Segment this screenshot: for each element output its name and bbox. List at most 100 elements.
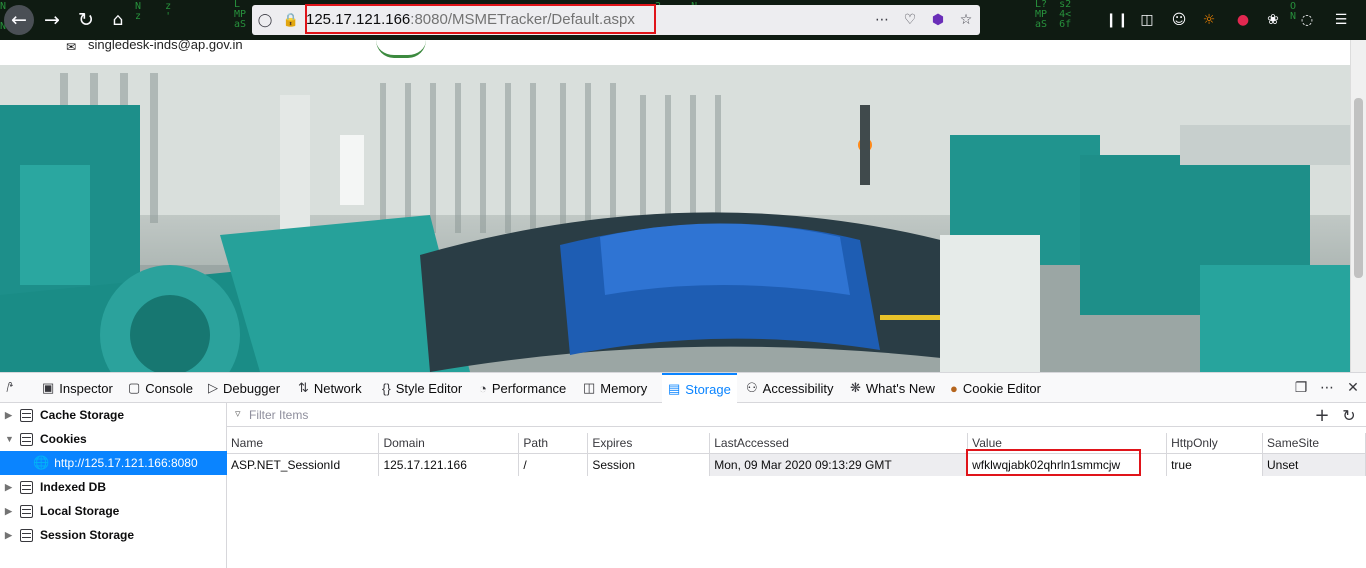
cell-samesite[interactable]: Unset: [1262, 453, 1366, 476]
element-picker-icon: ⭚: [6, 380, 14, 395]
cookie-icon: ●: [950, 380, 958, 396]
database-icon: [20, 432, 33, 446]
tab-memory[interactable]: ◫ Memory: [583, 373, 647, 403]
debugger-icon: ▷: [208, 380, 218, 395]
bookmark-star-icon[interactable]: ☆: [956, 11, 976, 29]
addon-icon[interactable]: ◌: [1296, 9, 1318, 31]
column-header-domain[interactable]: Domain: [378, 433, 520, 454]
table-header-row: Name Domain Path Expires LastAccessed Va…: [227, 433, 1366, 454]
browser-toolbar: N N N z z ' L MP aS 2 N < US L? s2 MP 4<…: [0, 0, 1366, 40]
tab-style-editor[interactable]: {} Style Editor: [382, 373, 462, 403]
account-icon[interactable]: ☺: [1168, 9, 1190, 31]
web-page: ✉ singledesk-inds@ap.gov.in: [0, 40, 1366, 372]
mail-icon: ✉: [66, 40, 77, 54]
cell-expires[interactable]: Session: [587, 453, 711, 476]
performance-icon: ◔: [479, 380, 487, 396]
tree-item-indexed-db[interactable]: ▶ Indexed DB: [0, 475, 227, 499]
chevron-right-icon: ▶: [5, 505, 12, 516]
devtools-panel: ⭚ ▣ Inspector ▢ Console ▷ Debugger ⇅ Network…: [0, 372, 1366, 568]
storage-icon: ▤: [668, 381, 681, 396]
url-text[interactable]: 125.17.121.166:8080/MSMETracker/Default.…: [306, 5, 635, 35]
hero-banner-image: [0, 65, 1350, 372]
tree-item-cookie-host[interactable]: 🌐 http://125.17.121.166:8080: [0, 451, 227, 475]
storage-tree: ▶ Cache Storage ▼ Cookies 🌐 http://125.17.1…: [0, 403, 227, 568]
cell-lastaccessed[interactable]: Mon, 09 Mar 2020 09:13:29 GMT: [709, 453, 969, 476]
dock-icon[interactable]: ❐: [1291, 379, 1311, 397]
database-icon: [20, 408, 33, 422]
chevron-right-icon: ▶: [5, 409, 12, 420]
back-button[interactable]: ←: [4, 5, 34, 35]
filter-icon: ▿: [235, 407, 241, 420]
column-header-lastaccessed[interactable]: LastAccessed: [709, 433, 969, 454]
database-icon: [20, 528, 33, 542]
tab-storage[interactable]: ▤ Storage: [662, 373, 737, 403]
tab-network[interactable]: ⇅ Network: [298, 373, 362, 403]
column-header-path[interactable]: Path: [518, 433, 589, 454]
contact-email[interactable]: singledesk-inds@ap.gov.in: [88, 40, 243, 52]
tab-performance[interactable]: ◔ Performance: [479, 373, 566, 403]
more-options-icon[interactable]: ⋯: [1317, 379, 1337, 397]
reload-icon: ↻: [78, 8, 94, 31]
factory-machinery-image: [0, 65, 1350, 372]
tracking-shield-icon[interactable]: ◯: [256, 11, 274, 29]
refresh-icon[interactable]: ↻: [1339, 405, 1359, 425]
library-icon[interactable]: ❙❙: [1105, 9, 1128, 31]
add-item-icon[interactable]: +: [1312, 405, 1332, 426]
extension-icon[interactable]: ⬢: [928, 11, 948, 29]
home-icon: ⌂: [112, 9, 124, 30]
memory-icon: ◫: [583, 380, 596, 395]
chevron-right-icon: ▶: [5, 481, 12, 492]
forward-icon: →: [44, 8, 60, 31]
console-icon: ▢: [128, 380, 141, 395]
cookies-table: Name Domain Path Expires LastAccessed Va…: [227, 433, 1366, 476]
addon-icon[interactable]: ☼: [1198, 9, 1220, 31]
addon-icon[interactable]: ●: [1232, 9, 1254, 31]
column-header-httponly[interactable]: HttpOnly: [1166, 433, 1264, 454]
page-scrollbar[interactable]: [1350, 40, 1366, 372]
tab-cookie-editor[interactable]: ● Cookie Editor: [950, 373, 1041, 403]
cell-httponly[interactable]: true: [1166, 453, 1264, 476]
reload-button[interactable]: ↻: [72, 6, 100, 34]
close-icon[interactable]: ✕: [1343, 379, 1363, 397]
sidebar-icon[interactable]: ◫: [1136, 9, 1158, 31]
column-header-samesite[interactable]: SameSite: [1262, 433, 1366, 454]
tab-inspector[interactable]: ▣ Inspector: [42, 373, 113, 403]
scrollbar-thumb[interactable]: [1354, 98, 1363, 278]
element-picker-button[interactable]: ⭚: [6, 373, 36, 403]
tab-debugger[interactable]: ▷ Debugger: [208, 373, 280, 403]
tab-console[interactable]: ▢ Console: [128, 373, 193, 403]
cell-value[interactable]: wfklwqjabk02qhrln1smmcjw: [967, 453, 1168, 476]
menu-icon[interactable]: ☰: [1326, 9, 1356, 31]
pocket-icon[interactable]: ♡: [900, 11, 920, 29]
tab-whats-new[interactable]: ❋ What's New: [850, 373, 935, 403]
tab-accessibility[interactable]: ⚇ Accessibility: [746, 373, 833, 403]
globe-icon: 🌐: [33, 455, 50, 470]
logo: [376, 40, 426, 58]
style-editor-icon: {}: [382, 380, 391, 396]
tree-item-local-storage[interactable]: ▶ Local Storage: [0, 499, 227, 523]
insecure-lock-icon[interactable]: 🔒: [282, 11, 300, 29]
chevron-down-icon: ▼: [5, 434, 14, 444]
column-header-value[interactable]: Value: [967, 433, 1168, 454]
tree-item-cookies[interactable]: ▼ Cookies: [0, 427, 227, 451]
url-bar[interactable]: ◯ 🔒 125.17.121.166:8080/MSMETracker/Defa…: [252, 5, 980, 35]
home-button[interactable]: ⌂: [104, 6, 132, 34]
forward-button[interactable]: →: [38, 6, 66, 34]
cell-name[interactable]: ASP.NET_SessionId: [227, 453, 380, 476]
filter-input[interactable]: [249, 406, 549, 424]
accessibility-icon: ⚇: [746, 380, 758, 395]
cell-domain[interactable]: 125.17.121.166: [378, 453, 520, 476]
page-actions-icon[interactable]: ⋯: [872, 11, 892, 29]
devtools-tab-bar: ⭚ ▣ Inspector ▢ Console ▷ Debugger ⇅ Network…: [0, 373, 1366, 403]
chevron-right-icon: ▶: [5, 529, 12, 540]
table-row[interactable]: ASP.NET_SessionId 125.17.121.166 / Sessi…: [227, 453, 1366, 476]
contact-strip: ✉ singledesk-inds@ap.gov.in: [0, 40, 1366, 65]
cookie-icon[interactable]: ❀: [1262, 9, 1284, 31]
tree-item-session-storage[interactable]: ▶ Session Storage: [0, 523, 227, 547]
column-header-name[interactable]: Name: [227, 433, 380, 454]
column-header-expires[interactable]: Expires: [587, 433, 711, 454]
tree-item-cache-storage[interactable]: ▶ Cache Storage: [0, 403, 227, 427]
cell-path[interactable]: /: [518, 453, 589, 476]
network-icon: ⇅: [298, 380, 309, 395]
filter-bar: ▿ + ↻: [227, 403, 1366, 427]
